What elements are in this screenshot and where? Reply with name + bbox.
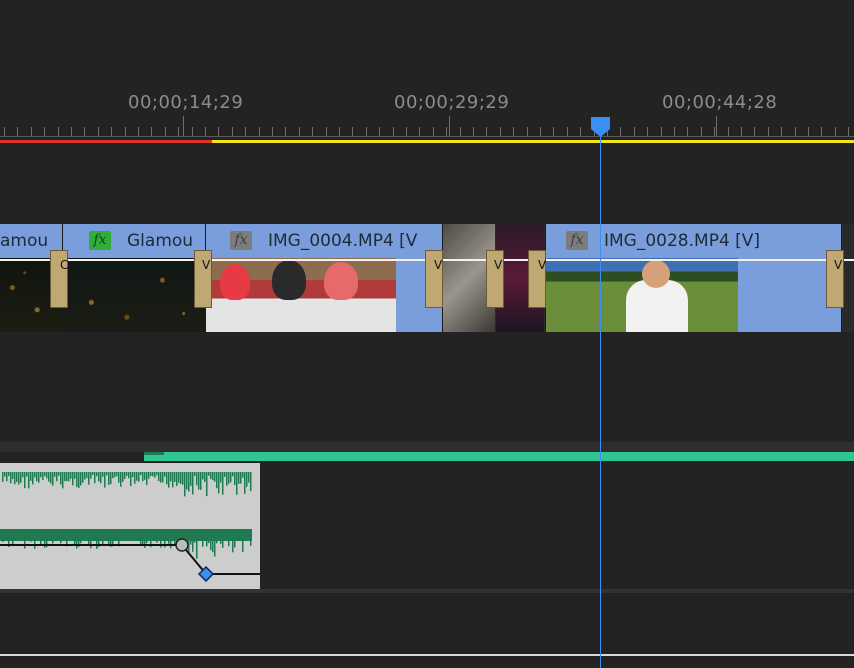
clip-title: IMG_0028.MP4 [V] [604, 231, 761, 251]
playhead-line [600, 135, 601, 668]
audio-level-bar [144, 452, 854, 461]
transition-label: V [434, 258, 443, 272]
clip-title: amou [0, 231, 49, 251]
audio-clip[interactable] [0, 463, 260, 589]
audio-track-bottom-line [0, 654, 854, 656]
render-bar-red [0, 140, 212, 143]
ruler-major-tick [449, 116, 450, 137]
ruler-major-tick [716, 116, 717, 137]
clip-label-bar: fx IMG_0028.MP4 [V] [546, 224, 841, 258]
transition-label: C [60, 258, 69, 272]
fx-badge-icon[interactable]: fx [89, 231, 111, 250]
clip-title: IMG_0004.MP4 [V [268, 231, 418, 251]
render-bar-yellow [212, 140, 854, 143]
timecode-label: 00;00;29;29 [394, 92, 510, 113]
audio-waveform [0, 472, 260, 583]
audio-clip-end-line [0, 589, 854, 593]
keyframe-icon [175, 538, 189, 552]
timecode-label: 00;00;44;28 [662, 92, 778, 113]
clip-title: Glamou [127, 231, 194, 251]
transition-label: V [834, 258, 843, 272]
clip-thumbnail [63, 258, 205, 332]
transition-label: V [494, 258, 503, 272]
transition-label: V [202, 258, 211, 272]
track-divider [0, 442, 854, 452]
ruler-baseline [0, 136, 854, 137]
volume-keyframe-line [0, 544, 260, 575]
clip-thumbnail [546, 258, 738, 332]
clip-label-bar: fx Glamou [63, 224, 205, 258]
audio-level-bar-cap [144, 452, 164, 455]
transition-label: V [538, 258, 547, 272]
clip-thumbnail [206, 258, 396, 332]
timecode-label: 00;00;14;29 [128, 92, 244, 113]
fx-badge-icon[interactable]: fx [230, 231, 252, 250]
time-ruler[interactable] [0, 112, 854, 138]
playhead-handle-icon[interactable] [590, 116, 611, 137]
clip-label-bar: fx IMG_0004.MP4 [V [206, 224, 442, 258]
ruler-major-tick [183, 116, 184, 137]
fx-badge-icon[interactable]: fx [566, 231, 588, 250]
